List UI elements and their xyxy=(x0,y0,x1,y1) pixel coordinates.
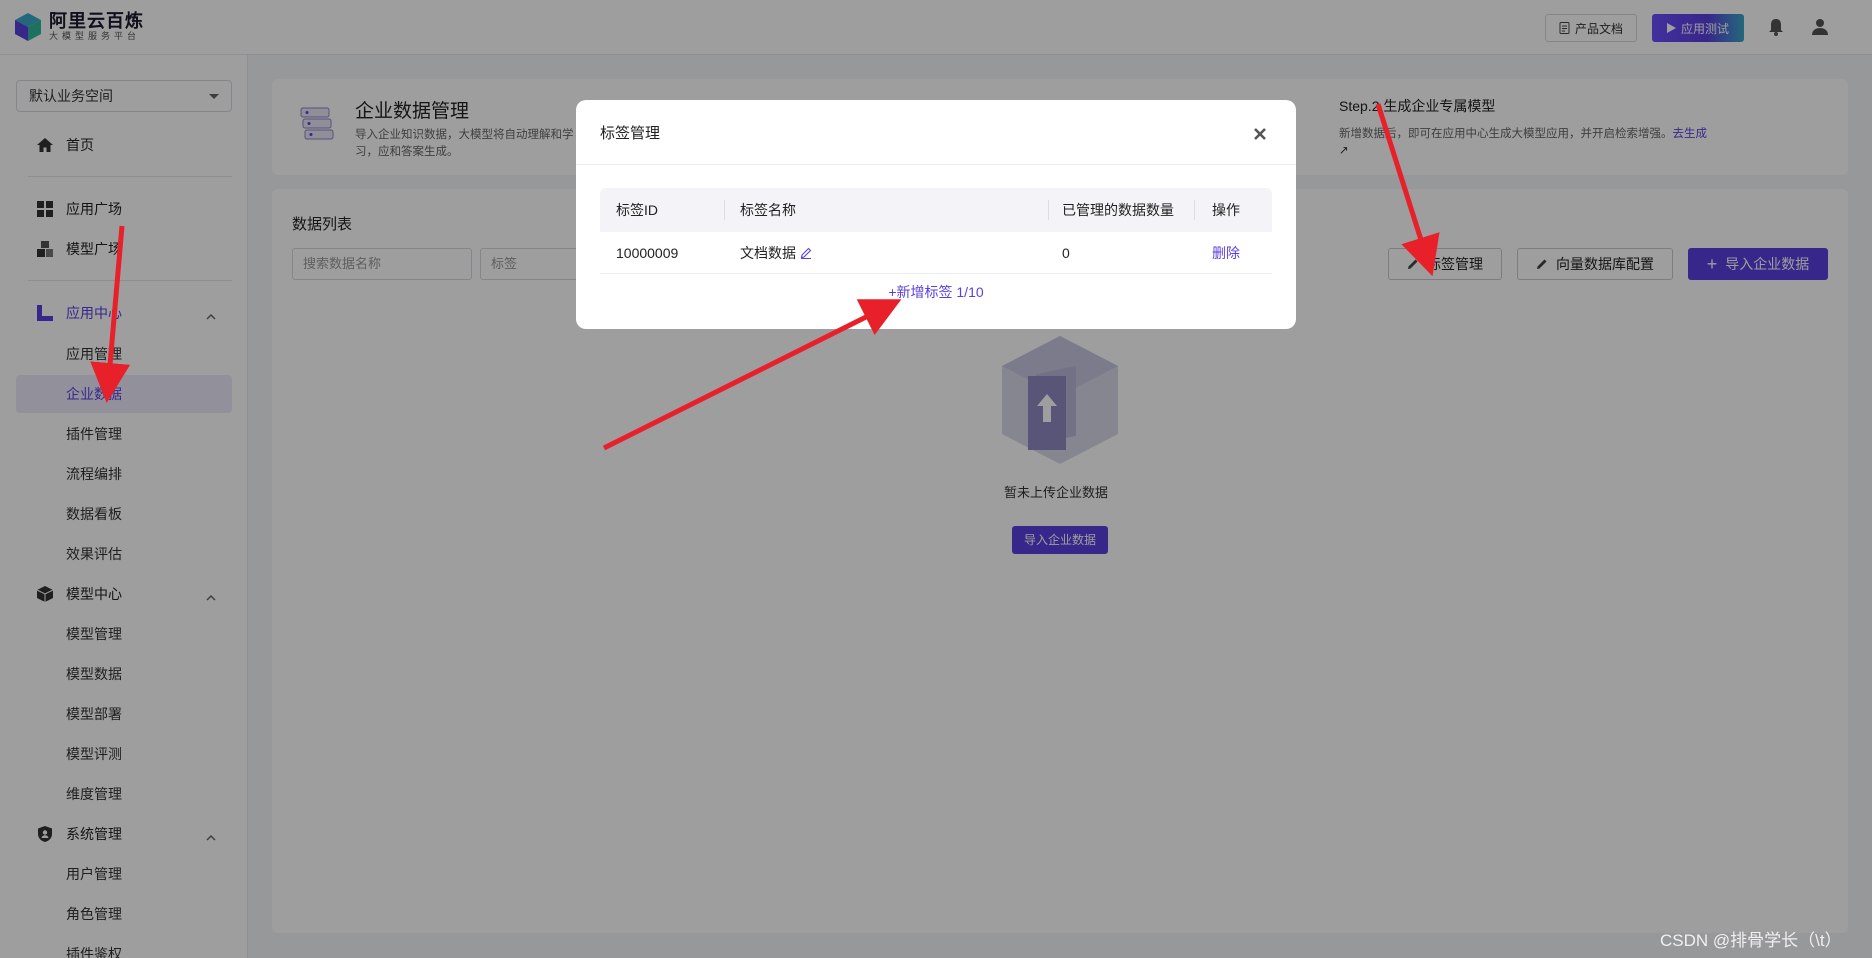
column-divider xyxy=(1048,200,1049,220)
tag-table: 标签ID 标签名称 已管理的数据数量 操作 10000009 文档数据 0 删除 xyxy=(600,188,1272,274)
table-header: 标签ID 标签名称 已管理的数据数量 操作 xyxy=(600,188,1272,232)
col-data-count: 已管理的数据数量 xyxy=(1062,202,1174,218)
tag-manage-modal: 标签管理 标签ID 标签名称 已管理的数据数量 操作 10000009 文档数据… xyxy=(576,100,1296,329)
edit-icon[interactable] xyxy=(800,247,812,259)
col-tag-name: 标签名称 xyxy=(740,202,796,218)
col-tag-id: 标签ID xyxy=(616,202,658,218)
divider xyxy=(576,164,1296,165)
add-tag-link[interactable]: +新增标签 1/10 xyxy=(576,282,1296,302)
column-divider xyxy=(724,200,725,220)
watermark: CSDN @排骨学长（\t） xyxy=(1660,931,1842,950)
delete-link[interactable]: 删除 xyxy=(1212,232,1240,273)
tag-name-text: 文档数据 xyxy=(740,244,796,261)
col-action: 操作 xyxy=(1212,202,1240,218)
column-divider xyxy=(1194,200,1195,220)
tag-name-cell: 文档数据 xyxy=(740,232,812,273)
data-count-cell: 0 xyxy=(1062,244,1070,261)
tag-id-cell: 10000009 xyxy=(616,244,679,261)
table-row: 10000009 文档数据 0 删除 xyxy=(600,232,1272,274)
modal-title: 标签管理 xyxy=(600,125,661,142)
close-icon[interactable] xyxy=(1252,126,1268,142)
